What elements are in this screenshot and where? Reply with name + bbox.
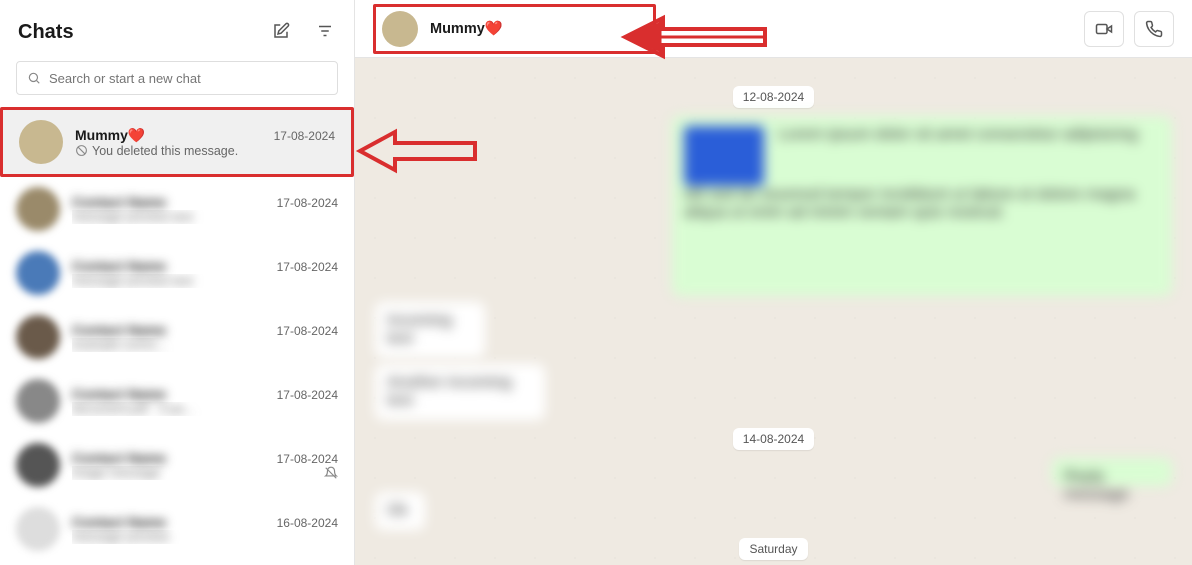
chat-date: 17-08-2024 (277, 452, 338, 466)
contact-name: Mummy❤️ (430, 20, 503, 37)
avatar (16, 507, 60, 551)
date-divider: Saturday (739, 538, 807, 560)
incoming-message[interactable]: Incoming text (375, 302, 485, 358)
chat-preview: message preview (72, 530, 338, 544)
avatar (16, 443, 60, 487)
chat-preview: You deleted this message. (75, 144, 335, 158)
search-input[interactable] (49, 71, 327, 86)
search-wrap (0, 57, 354, 107)
phone-icon (1145, 20, 1163, 38)
chat-item[interactable]: Contact Name 17-08-2024 message preview t… (0, 241, 354, 305)
conversation-pane: Mummy❤️ 12-08-2024 Lorem ipsum dolor sit… (355, 0, 1192, 565)
sidebar-header-actions (268, 18, 338, 47)
mute-icon (324, 466, 338, 480)
chat-meta: Mummy❤️ 17-08-2024 You deleted this mess… (75, 127, 335, 158)
outgoing-message[interactable]: Lorem ipsum dolor sit amet consectetur a… (672, 116, 1172, 296)
video-call-button[interactable] (1084, 11, 1124, 47)
filter-icon (316, 22, 334, 40)
contact-info[interactable]: Mummy❤️ (373, 4, 656, 54)
date-divider: 12-08-2024 (733, 86, 814, 108)
chat-date: 17-08-2024 (277, 196, 338, 210)
chat-date: 17-08-2024 (277, 388, 338, 402)
chat-meta: Contact Name 17-08-2024 image message (72, 450, 338, 480)
avatar (16, 379, 60, 423)
chat-name: Contact Name (72, 514, 166, 530)
chat-meta: Contact Name 17-08-2024 document.pdf · 4 … (72, 386, 338, 416)
chat-name: Contact Name (72, 258, 166, 274)
filter-button[interactable] (312, 18, 338, 47)
chat-date: 17-08-2024 (277, 324, 338, 338)
chat-preview: document.pdf · 4 pa... (72, 402, 338, 416)
chat-date: 16-08-2024 (277, 516, 338, 530)
search-box[interactable] (16, 61, 338, 95)
chat-date: 17-08-2024 (274, 129, 335, 143)
chat-meta: Contact Name 17-08-2024 message preview t… (72, 258, 338, 288)
chat-name: Mummy❤️ (75, 127, 145, 144)
outgoing-message[interactable]: Reply message (1052, 458, 1172, 486)
annotation-arrow-icon (615, 12, 775, 62)
avatar (16, 251, 60, 295)
chat-meta: Contact Name 17-08-2024 message preview t… (72, 194, 338, 224)
chat-item[interactable]: Contact Name 17-08-2024 example.com/s... (0, 305, 354, 369)
sidebar: Chats Mummy❤️ 17-08-2024 (0, 0, 355, 565)
compose-icon (272, 22, 290, 40)
annotation-arrow-icon (355, 126, 485, 176)
chat-preview: example.com/s... (72, 338, 338, 352)
avatar (19, 120, 63, 164)
chat-list: Mummy❤️ 17-08-2024 You deleted this mess… (0, 107, 354, 565)
chat-meta: Contact Name 16-08-2024 message preview (72, 514, 338, 544)
call-buttons (1084, 11, 1174, 47)
incoming-message[interactable]: Ok (375, 492, 425, 530)
avatar (16, 315, 60, 359)
avatar (382, 11, 418, 47)
chat-item[interactable]: Contact Name 17-08-2024 image message (0, 433, 354, 497)
chat-meta: Contact Name 17-08-2024 example.com/s... (72, 322, 338, 352)
chat-name: Contact Name (72, 194, 166, 210)
chat-item[interactable]: Contact Name 16-08-2024 message preview (0, 497, 354, 561)
sidebar-header: Chats (0, 0, 354, 57)
chat-name: Contact Name (72, 386, 166, 402)
incoming-message[interactable]: Another incoming text (375, 364, 545, 420)
chat-item[interactable]: Contact Name 17-08-2024 document.pdf · 4 … (0, 369, 354, 433)
chat-preview: message preview text (72, 210, 338, 224)
chats-title: Chats (18, 21, 74, 44)
chat-preview: message preview text (72, 274, 338, 288)
voice-call-button[interactable] (1134, 11, 1174, 47)
chat-date: 17-08-2024 (277, 260, 338, 274)
video-icon (1095, 20, 1113, 38)
chat-name: Contact Name (72, 322, 166, 338)
avatar (16, 187, 60, 231)
new-chat-button[interactable] (268, 18, 294, 47)
chat-item[interactable]: Contact Name 17-08-2024 message preview t… (0, 177, 354, 241)
date-divider: 14-08-2024 (733, 428, 814, 450)
chat-preview: image message (72, 466, 338, 480)
chat-name: Contact Name (72, 450, 166, 466)
search-icon (27, 71, 41, 85)
prohibited-icon (75, 144, 88, 157)
chat-item-mummy[interactable]: Mummy❤️ 17-08-2024 You deleted this mess… (0, 107, 354, 177)
